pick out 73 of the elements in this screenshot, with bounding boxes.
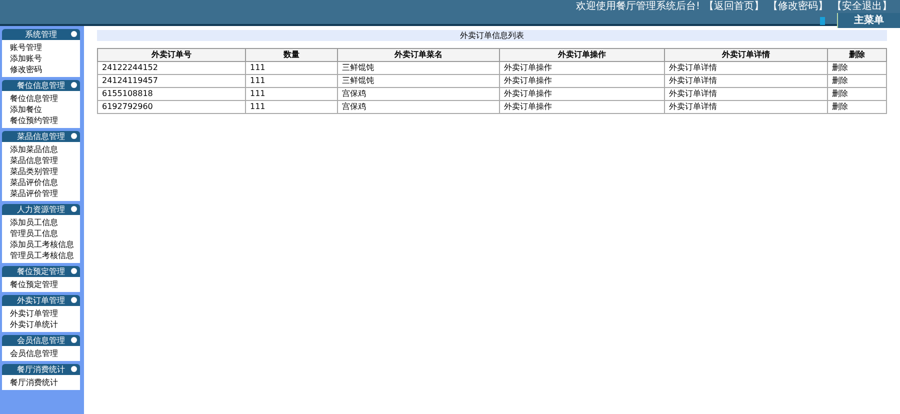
main-menu-button[interactable]: 主菜单 — [837, 13, 900, 28]
collapse-icon[interactable] — [71, 268, 77, 274]
section-header[interactable]: 外卖订单管理 — [2, 295, 80, 306]
section-header[interactable]: 餐位预定管理 — [2, 266, 80, 277]
table-cell[interactable]: 删除 — [828, 62, 886, 74]
table-cell: 111 — [246, 100, 338, 114]
toggle-icon[interactable] — [820, 16, 825, 24]
table-cell: 6192792960 — [98, 100, 246, 114]
column-header: 外卖订单号 — [98, 48, 246, 62]
header-link[interactable]: 【安全退出】 — [832, 0, 892, 14]
column-header: 外卖订单操作 — [500, 48, 664, 62]
table-cell: 24122244152 — [98, 62, 246, 74]
menu-item[interactable]: 管理员工考核信息 — [10, 250, 80, 261]
column-header: 外卖订单菜名 — [338, 48, 500, 62]
column-header: 删除 — [828, 48, 886, 62]
menu-item[interactable]: 餐位预约管理 — [10, 115, 80, 126]
section-header[interactable]: 会员信息管理 — [2, 335, 80, 346]
collapse-icon[interactable] — [71, 337, 77, 343]
collapse-icon[interactable] — [71, 31, 77, 37]
table-cell: 111 — [246, 74, 338, 88]
menu-item[interactable]: 添加账号 — [10, 53, 80, 64]
collapse-icon[interactable] — [71, 366, 77, 372]
panel-title: 外卖订单信息列表 — [97, 30, 887, 41]
menu-item[interactable]: 添加员工考核信息 — [10, 239, 80, 250]
menu-item[interactable]: 会员信息管理 — [10, 348, 80, 359]
menu-item[interactable]: 管理员工信息 — [10, 228, 80, 239]
table-cell[interactable]: 外卖订单操作 — [500, 62, 664, 74]
menu-item[interactable]: 餐位信息管理 — [10, 93, 80, 104]
menu-item[interactable]: 添加员工信息 — [10, 217, 80, 228]
menu-item[interactable]: 外卖订单统计 — [10, 319, 80, 330]
table-cell[interactable]: 删除 — [828, 100, 886, 114]
menu-item[interactable]: 菜品类别管理 — [10, 166, 80, 177]
table-cell: 三鲜馄饨 — [338, 62, 500, 74]
header-link[interactable]: 【修改密码】 — [768, 0, 828, 14]
header-link[interactable]: 【返回首页】 — [704, 0, 764, 14]
menu-item[interactable]: 餐位预定管理 — [10, 279, 80, 290]
table-cell: 宫保鸡 — [338, 100, 500, 114]
menu-item[interactable]: 修改密码 — [10, 64, 80, 75]
collapse-icon[interactable] — [71, 297, 77, 303]
table-cell[interactable]: 外卖订单操作 — [500, 74, 664, 88]
section-header[interactable]: 菜品信息管理 — [2, 131, 80, 142]
section-header[interactable]: 餐厅消费统计 — [2, 364, 80, 375]
menu-item[interactable]: 菜品信息管理 — [10, 155, 80, 166]
section-header[interactable]: 系统管理 — [2, 29, 80, 40]
menu-item[interactable]: 外卖订单管理 — [10, 308, 80, 319]
table-cell: 111 — [246, 62, 338, 74]
table-cell[interactable]: 外卖订单操作 — [500, 100, 664, 114]
table-cell: 6155108818 — [98, 88, 246, 100]
table-cell[interactable]: 外卖订单详情 — [664, 88, 828, 100]
collapse-icon[interactable] — [71, 82, 77, 88]
table-cell: 宫保鸡 — [338, 88, 500, 100]
menu-item[interactable]: 账号管理 — [10, 42, 80, 53]
menu-item[interactable]: 添加菜品信息 — [10, 144, 80, 155]
collapse-icon[interactable] — [71, 206, 77, 212]
menu-item[interactable]: 添加餐位 — [10, 104, 80, 115]
table-cell[interactable]: 删除 — [828, 88, 886, 100]
menu-item[interactable]: 菜品评价信息 — [10, 177, 80, 188]
collapse-icon[interactable] — [71, 133, 77, 139]
table-cell: 111 — [246, 88, 338, 100]
welcome-text: 欢迎使用餐厅管理系统后台! — [576, 0, 700, 14]
table-cell[interactable]: 外卖订单操作 — [500, 88, 664, 100]
section-header[interactable]: 餐位信息管理 — [2, 80, 80, 91]
table-cell: 24124119457 — [98, 74, 246, 88]
table-cell[interactable]: 外卖订单详情 — [664, 74, 828, 88]
column-header: 数量 — [246, 48, 338, 62]
table-cell[interactable]: 外卖订单详情 — [664, 62, 828, 74]
table-cell[interactable]: 删除 — [828, 74, 886, 88]
table-cell: 三鲜馄饨 — [338, 74, 500, 88]
section-header[interactable]: 人力资源管理 — [2, 204, 80, 215]
table-cell[interactable]: 外卖订单详情 — [664, 100, 828, 114]
menu-item[interactable]: 餐厅消费统计 — [10, 377, 80, 388]
menu-item[interactable]: 菜品评价管理 — [10, 188, 80, 199]
column-header: 外卖订单详情 — [664, 48, 828, 62]
